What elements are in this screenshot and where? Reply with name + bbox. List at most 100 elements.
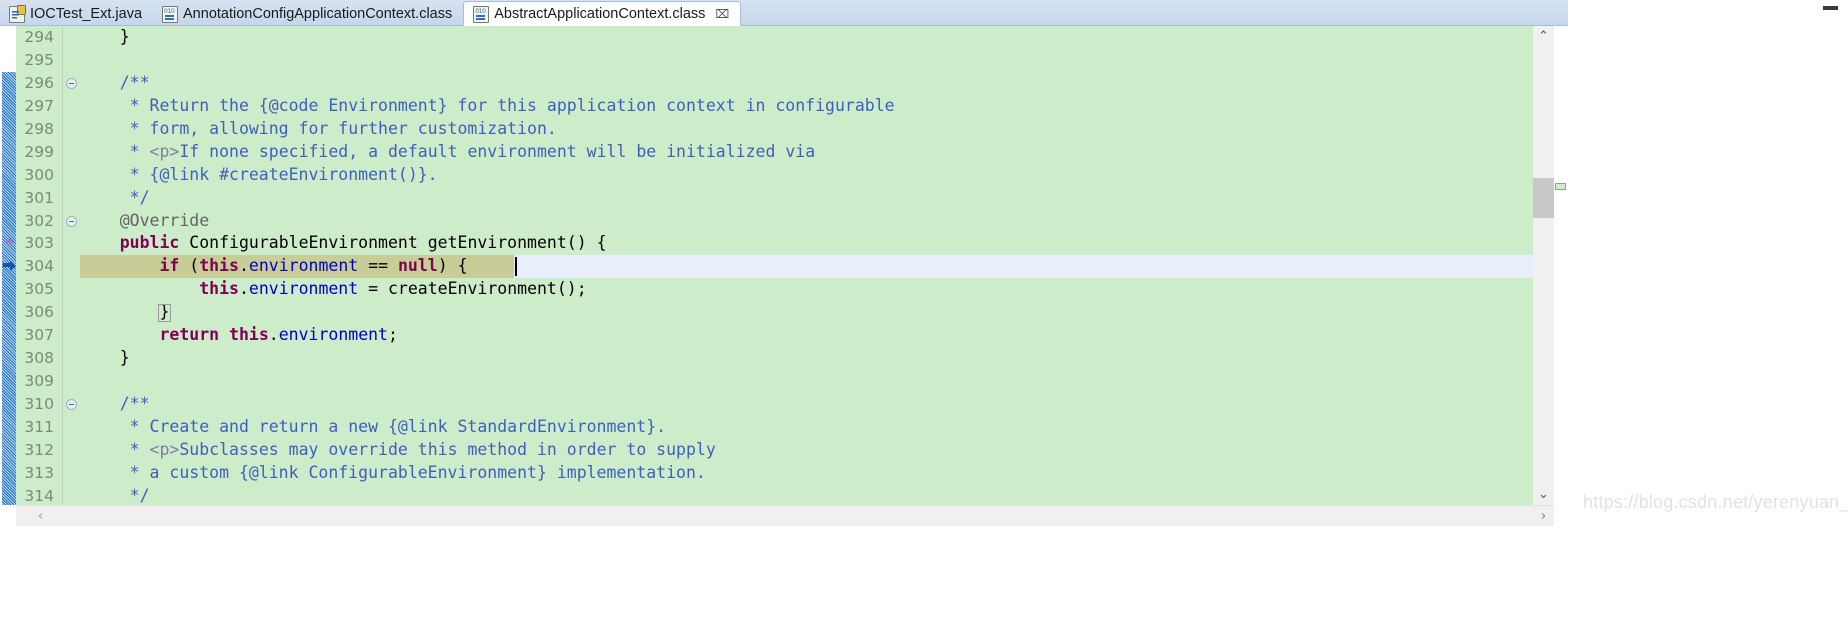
fold-collapse-icon[interactable] bbox=[66, 77, 77, 89]
fold-row bbox=[64, 255, 80, 278]
code-token: == bbox=[358, 256, 398, 276]
code-line-text: } bbox=[80, 301, 169, 324]
fold-row bbox=[64, 439, 80, 462]
code-line[interactable]: * Return the {@code Environment} for thi… bbox=[80, 95, 1533, 118]
fold-row bbox=[64, 393, 80, 416]
code-line[interactable]: } bbox=[80, 301, 1533, 324]
code-line[interactable]: } bbox=[80, 26, 1533, 49]
overview-ruler-mark[interactable] bbox=[1555, 183, 1566, 190]
code-token: * a custom {@link ConfigurableEnvironmen… bbox=[80, 462, 706, 482]
code-line[interactable]: if (this.environment == null) { bbox=[80, 255, 1533, 279]
fold-collapse-icon[interactable] bbox=[66, 399, 77, 410]
code-token: } bbox=[80, 27, 130, 46]
code-line-text: this.environment = createEnvironment(); bbox=[80, 278, 586, 301]
code-token: * {@link #createEnvironment()}. bbox=[80, 164, 438, 184]
line-number: 296 bbox=[24, 73, 54, 92]
horizontal-scrollbar[interactable]: ‹ › bbox=[16, 505, 1554, 526]
code-line[interactable]: * form, allowing for further customizati… bbox=[80, 118, 1533, 141]
scroll-up-icon[interactable]: ⌃ bbox=[1533, 26, 1554, 47]
code-token: . bbox=[238, 279, 249, 299]
code-line[interactable]: return this.environment; bbox=[80, 324, 1533, 347]
line-number: 299 bbox=[24, 142, 54, 161]
scroll-right-icon[interactable]: › bbox=[1533, 506, 1554, 526]
code-token: @Override bbox=[80, 210, 210, 230]
vertical-scrollbar[interactable]: ⌃ ⌄ bbox=[1533, 26, 1554, 505]
fold-row bbox=[64, 462, 80, 485]
code-line[interactable]: } bbox=[80, 347, 1533, 370]
line-number-row: 304 bbox=[16, 255, 62, 278]
line-number-row: 311 bbox=[16, 416, 62, 439]
scroll-down-icon[interactable]: ⌄ bbox=[1533, 484, 1554, 505]
code-token: Subclasses may override this method in o… bbox=[179, 439, 716, 459]
code-text-area[interactable]: } /** * Return the {@code Environment} f… bbox=[80, 26, 1533, 505]
code-line[interactable]: */ bbox=[80, 187, 1533, 210]
code-line-text: * form, allowing for further customizati… bbox=[80, 118, 557, 141]
editor-tab-1[interactable]: IOCTest_Ext.java bbox=[0, 2, 153, 26]
fold-row bbox=[64, 95, 80, 118]
code-line[interactable]: this.environment = createEnvironment(); bbox=[80, 278, 1533, 301]
overview-triangle-icon[interactable] bbox=[4, 235, 15, 244]
code-line-text: public ConfigurableEnvironment getEnviro… bbox=[80, 232, 607, 255]
text-caret bbox=[515, 257, 517, 277]
code-token: this bbox=[199, 256, 239, 276]
code-line[interactable] bbox=[80, 49, 1533, 72]
editor-tab-label: AbstractApplicationContext.class bbox=[494, 5, 706, 22]
code-line[interactable]: * Create and return a new {@link Standar… bbox=[80, 416, 1533, 439]
line-number: 307 bbox=[24, 326, 54, 345]
code-line[interactable]: /** bbox=[80, 72, 1533, 95]
debug-arrow-icon[interactable] bbox=[3, 259, 16, 271]
fold-row bbox=[64, 347, 80, 370]
editor-tab-2[interactable]: AnnotationConfigApplicationContext.class bbox=[153, 2, 463, 26]
fold-row bbox=[64, 118, 80, 141]
code-line-text: */ bbox=[80, 485, 150, 505]
code-line[interactable]: @Override bbox=[80, 210, 1533, 233]
code-line[interactable] bbox=[80, 370, 1533, 393]
code-line-text: if (this.environment == null) { bbox=[80, 255, 467, 278]
code-token: environment bbox=[278, 325, 388, 345]
code-line-text: } bbox=[80, 26, 130, 49]
code-token: ( bbox=[179, 256, 200, 276]
code-token: ; bbox=[388, 325, 398, 345]
editor-tabs: IOCTest_Ext.java AnnotationConfigApplicat… bbox=[0, 0, 742, 26]
watermark-text: https://blog.csdn.net/yerenyuan_pku bbox=[1583, 492, 1848, 512]
overview-ruler[interactable] bbox=[1554, 26, 1568, 505]
line-number-row: 309 bbox=[16, 370, 62, 393]
editor-tab-3[interactable]: AbstractApplicationContext.class ⌧ bbox=[463, 1, 742, 26]
code-line-text: @Override bbox=[80, 210, 209, 233]
code-line-text: * {@link #createEnvironment()}. bbox=[80, 164, 438, 187]
code-line[interactable]: */ bbox=[80, 485, 1533, 505]
code-line[interactable]: public ConfigurableEnvironment getEnviro… bbox=[80, 232, 1533, 255]
code-token: */ bbox=[80, 485, 150, 505]
code-canvas[interactable]: 294 295 296 297 298 299 300 301 302 303 304 305 306 3… bbox=[16, 26, 1533, 505]
fold-collapse-icon[interactable] bbox=[66, 215, 77, 227]
code-line-text: * Create and return a new {@link Standar… bbox=[80, 416, 666, 439]
line-number-row: 308 bbox=[16, 347, 62, 370]
tab-close-icon[interactable]: ⌧ bbox=[715, 8, 729, 20]
fold-row bbox=[64, 232, 80, 255]
line-number-row: 310 bbox=[16, 393, 62, 416]
fold-row bbox=[64, 141, 80, 164]
code-line[interactable]: * {@link #createEnvironment()}. bbox=[80, 164, 1533, 187]
line-number-row: 300 bbox=[16, 164, 62, 187]
code-line[interactable]: * a custom {@link ConfigurableEnvironmen… bbox=[80, 462, 1533, 485]
annotation-ruler[interactable] bbox=[1, 26, 16, 505]
code-token: null bbox=[397, 256, 438, 276]
vertical-scroll-thumb[interactable] bbox=[1533, 178, 1554, 218]
code-line[interactable]: * <p>Subclasses may override this method… bbox=[80, 439, 1533, 462]
fold-row bbox=[64, 324, 80, 347]
code-token: . bbox=[268, 325, 279, 345]
line-number-row: 314 bbox=[16, 485, 62, 505]
line-number: 297 bbox=[24, 96, 54, 115]
line-number-row: 312 bbox=[16, 439, 62, 462]
code-line[interactable]: * <p>If none specified, a default enviro… bbox=[80, 141, 1533, 164]
scroll-left-icon[interactable]: ‹ bbox=[30, 506, 51, 526]
fold-row bbox=[64, 210, 80, 233]
line-number: 309 bbox=[24, 372, 54, 391]
folding-column[interactable] bbox=[64, 26, 80, 505]
code-line[interactable]: /** bbox=[80, 393, 1533, 416]
code-token: /** bbox=[80, 394, 150, 413]
editor-bottom-padding bbox=[0, 526, 1568, 640]
